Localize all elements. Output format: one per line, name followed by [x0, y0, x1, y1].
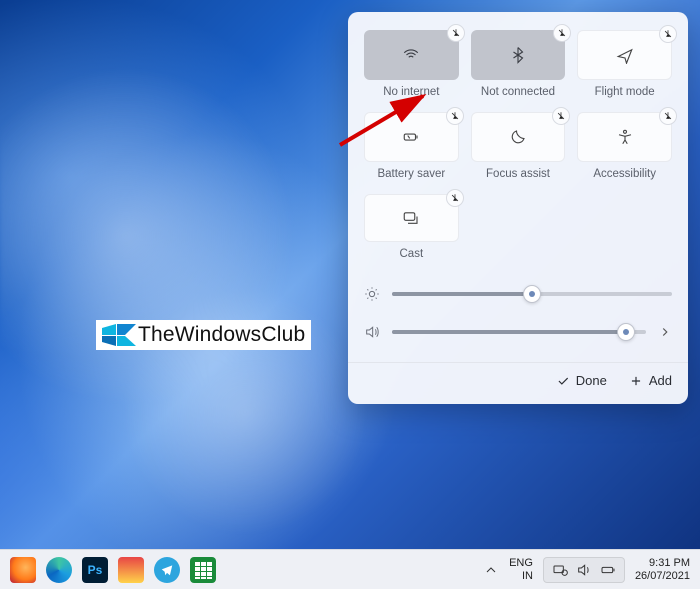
focus-assist-tile-label: Focus assist	[471, 168, 566, 180]
taskbar-right: ENG IN 9:31 PM 26/07/2021	[483, 557, 690, 583]
unpin-button[interactable]	[446, 107, 464, 125]
unpin-button[interactable]	[552, 107, 570, 125]
volume-slider[interactable]	[392, 330, 646, 334]
cast-tile-label: Cast	[364, 248, 459, 260]
bluetooth-tile-button[interactable]	[471, 30, 566, 80]
add-button[interactable]: Add	[629, 373, 672, 388]
wifi-tile-label: No internet	[364, 86, 459, 98]
quick-tile-bluetooth: Not connected	[471, 30, 566, 98]
cast-tile-button[interactable]	[364, 194, 459, 242]
windowsclub-logo-icon	[102, 324, 136, 346]
clock-date: 26/07/2021	[635, 570, 690, 583]
watermark: TheWindowsClub	[96, 320, 311, 350]
brightness-thumb[interactable]	[523, 285, 541, 303]
system-tray-group[interactable]	[543, 557, 625, 583]
clock-time: 9:31 PM	[649, 557, 690, 570]
battery-tray-icon	[600, 562, 616, 578]
brightness-slider-row	[364, 286, 672, 302]
quick-tile-wifi: No internet	[364, 30, 459, 98]
quick-settings-footer: Done Add	[348, 362, 688, 394]
cast-icon	[402, 209, 420, 227]
taskbar-left: Ps	[10, 557, 216, 583]
taskbar-app-edge[interactable]	[46, 557, 72, 583]
language-indicator[interactable]: ENG IN	[509, 557, 533, 582]
bluetooth-icon	[509, 46, 527, 64]
quick-tile-battery-saver: Battery saver	[364, 112, 459, 180]
battery-saver-tile-label: Battery saver	[364, 168, 459, 180]
taskbar-app-photoshop[interactable]: Ps	[82, 557, 108, 583]
chevron-right-icon[interactable]	[658, 325, 672, 339]
wifi-icon	[402, 46, 420, 64]
unpin-button[interactable]	[553, 24, 571, 42]
unpin-button[interactable]	[659, 25, 677, 43]
lang-top: ENG	[509, 557, 533, 570]
bluetooth-tile-label: Not connected	[471, 86, 566, 98]
taskbar-app-calc[interactable]	[190, 557, 216, 583]
battery-saver-tile-button[interactable]	[364, 112, 459, 162]
quick-settings-panel: No internet Not connected Flight mode Ba…	[348, 12, 688, 404]
brightness-icon	[364, 286, 380, 302]
unpin-button[interactable]	[446, 189, 464, 207]
airplane-icon	[616, 46, 634, 64]
focus-assist-tile-button[interactable]	[471, 112, 566, 162]
unpin-button[interactable]	[659, 107, 677, 125]
check-icon	[556, 374, 570, 388]
unpin-button[interactable]	[447, 24, 465, 42]
plus-icon	[629, 374, 643, 388]
quick-tile-flight-mode: Flight mode	[577, 30, 672, 98]
accessibility-tile-button[interactable]	[577, 112, 672, 162]
brightness-slider[interactable]	[392, 292, 672, 296]
clock[interactable]: 9:31 PM 26/07/2021	[635, 557, 690, 582]
volume-tray-icon	[576, 562, 592, 578]
accessibility-tile-label: Accessibility	[577, 168, 672, 180]
tray-chevron-up-icon[interactable]	[483, 562, 499, 578]
quick-tile-accessibility: Accessibility	[577, 112, 672, 180]
flight-mode-tile-label: Flight mode	[577, 86, 672, 98]
taskbar: Ps ENG IN 9:31 PM 26/07/2021	[0, 549, 700, 589]
wifi-tile-button[interactable]	[364, 30, 459, 80]
taskbar-app-telegram[interactable]	[154, 557, 180, 583]
accessibility-icon	[616, 128, 634, 146]
volume-icon	[364, 324, 380, 340]
done-label: Done	[576, 373, 607, 388]
flight-mode-tile-button[interactable]	[577, 30, 672, 80]
network-icon	[552, 562, 568, 578]
done-button[interactable]: Done	[556, 373, 607, 388]
lang-bottom: IN	[522, 570, 533, 583]
add-label: Add	[649, 373, 672, 388]
battery-saver-icon	[402, 128, 420, 146]
watermark-text: TheWindowsClub	[138, 323, 305, 347]
quick-tile-focus-assist: Focus assist	[471, 112, 566, 180]
moon-icon	[509, 128, 527, 146]
taskbar-app-ccleaner[interactable]	[118, 557, 144, 583]
taskbar-app-firefox[interactable]	[10, 557, 36, 583]
volume-thumb[interactable]	[617, 323, 635, 341]
quick-tile-cast: Cast	[364, 194, 459, 260]
volume-slider-row	[364, 324, 672, 340]
